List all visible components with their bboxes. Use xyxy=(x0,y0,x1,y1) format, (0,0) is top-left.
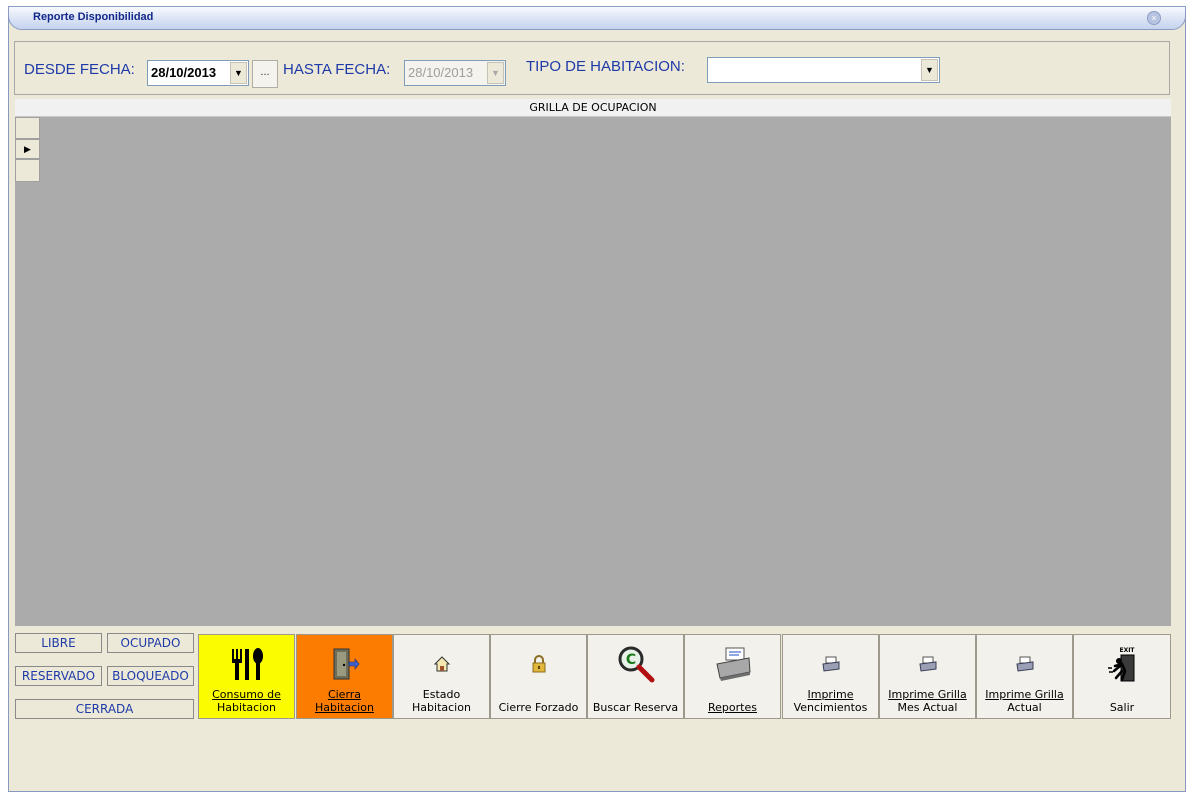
buscar-reserva-button[interactable]: C Buscar Reserva xyxy=(587,634,684,719)
printer-icon xyxy=(685,647,780,681)
legend-reservado: RESERVADO xyxy=(15,666,102,686)
chevron-down-icon: ▼ xyxy=(487,62,504,84)
printer-small-icon xyxy=(880,647,975,681)
hasta-fecha-picker: 28/10/2013 ▼ xyxy=(404,60,506,86)
grid-row-header[interactable] xyxy=(15,159,40,182)
reportes-button[interactable]: Reportes xyxy=(684,634,781,719)
desde-fecha-picker[interactable]: 28/10/2013 ▼ xyxy=(147,60,249,86)
tipo-habitacion-select[interactable]: ▼ xyxy=(707,57,940,83)
imprime-grilla-actual-button[interactable]: Imprime Grilla Actual xyxy=(976,634,1073,719)
legend-libre: LIBRE xyxy=(15,633,102,653)
grid-row-header[interactable] xyxy=(15,117,40,139)
imprime-vencimientos-button[interactable]: Imprime Vencimientos xyxy=(782,634,879,719)
padlock-icon xyxy=(491,647,586,681)
salir-label: Salir xyxy=(1109,701,1135,714)
cierra-habitacion-button[interactable]: Cierra Habitacion xyxy=(296,634,393,719)
salir-button[interactable]: EXIT Salir xyxy=(1073,634,1171,719)
imprime-actual-label-line1: Imprime Grilla xyxy=(985,688,1064,701)
window-title: Reporte Disponibilidad xyxy=(33,11,154,23)
estado-habitacion-button[interactable]: Estado Habitacion xyxy=(393,634,490,719)
imprime-mes-label-line2: Mes Actual xyxy=(897,701,958,714)
cierre-forzado-label: Cierre Forzado xyxy=(498,701,579,714)
imprime-venc-label-line1: Imprime xyxy=(807,688,854,701)
estado-label-line1: Estado xyxy=(422,688,461,701)
fork-knife-icon xyxy=(199,647,294,681)
legend-bloqueado: BLOQUEADO xyxy=(107,666,194,686)
imprime-actual-label-line2: Actual xyxy=(1007,701,1042,714)
title-bar[interactable]: Reporte Disponibilidad × xyxy=(8,6,1186,30)
reportes-label: Reportes xyxy=(708,701,757,714)
hasta-fecha-label: HASTA FECHA: xyxy=(283,61,391,78)
door-exit-icon xyxy=(297,647,392,681)
buscar-reserva-label: Buscar Reserva xyxy=(592,701,679,714)
legend-cerrada: CERRADA xyxy=(15,699,194,719)
exit-runner-icon: EXIT xyxy=(1074,647,1170,682)
hasta-fecha-value: 28/10/2013 xyxy=(408,65,474,80)
chevron-down-icon[interactable]: ▼ xyxy=(921,59,938,81)
chevron-down-icon[interactable]: ▼ xyxy=(230,62,247,84)
estado-label-line2: Habitacion xyxy=(412,701,471,714)
cierra-label: Cierra Habitacion xyxy=(315,688,374,714)
occupancy-grid[interactable] xyxy=(15,117,1171,626)
desde-fecha-value: 28/10/2013 xyxy=(151,65,217,80)
grid-caption: GRILLA DE OCUPACION xyxy=(15,99,1171,117)
imprime-mes-label-line1: Imprime Grilla xyxy=(888,688,967,701)
tipo-habitacion-label: TIPO DE HABITACION: xyxy=(526,58,685,75)
consumo-label-line2: Habitacion xyxy=(217,701,276,714)
printer-small-icon xyxy=(977,647,1072,681)
printer-small-icon xyxy=(783,647,878,681)
consumo-habitacion-button[interactable]: Consumo de Habitacion xyxy=(198,634,295,719)
grid-current-row-marker[interactable]: ▶ xyxy=(15,139,40,159)
cierre-forzado-button[interactable]: Cierre Forzado xyxy=(490,634,587,719)
desde-fecha-browse-button[interactable]: ... xyxy=(252,60,278,88)
legend-ocupado: OCUPADO xyxy=(107,633,194,653)
svg-text:C: C xyxy=(625,652,635,668)
close-icon[interactable]: × xyxy=(1147,11,1161,25)
imprime-grilla-mes-button[interactable]: Imprime Grilla Mes Actual xyxy=(879,634,976,719)
exit-sign-text: EXIT xyxy=(1119,647,1135,654)
desde-fecha-label: DESDE FECHA: xyxy=(24,61,135,78)
house-icon xyxy=(394,647,489,681)
consumo-label-line1: Consumo de xyxy=(212,688,281,701)
imprime-venc-label-line2: Vencimientos xyxy=(793,701,868,714)
magnifier-icon: C xyxy=(588,646,683,683)
